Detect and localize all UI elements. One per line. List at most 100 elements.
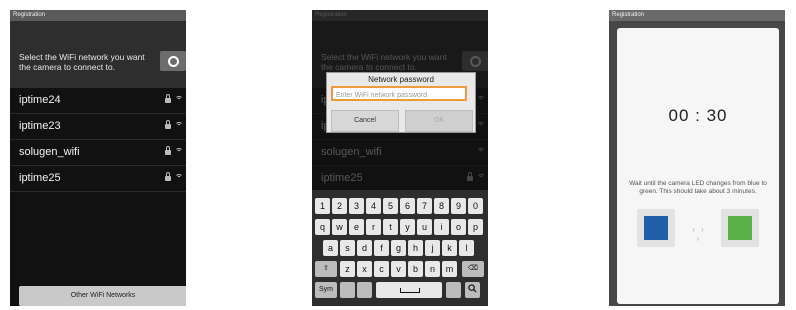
key[interactable]: f [374, 240, 389, 256]
period-key[interactable] [446, 282, 461, 298]
led-start-box [637, 209, 675, 247]
blue-led-swatch [644, 216, 668, 240]
title-bar: Registration [609, 10, 785, 21]
green-led-swatch [728, 216, 752, 240]
lock-icon [165, 120, 171, 129]
network-row[interactable]: iptime24 [10, 88, 186, 114]
cancel-button[interactable]: Cancel [331, 110, 399, 132]
network-row: solugen_wifi [312, 140, 488, 166]
dialog-title: Network password [368, 75, 434, 84]
wifi-signal-icon [477, 121, 486, 130]
network-row: iptime25 [312, 166, 488, 192]
key[interactable]: v [391, 261, 406, 277]
key[interactable]: s [340, 240, 355, 256]
key[interactable]: p [468, 219, 483, 235]
lock-icon [165, 94, 171, 103]
dialog-buttons: Cancel OK [327, 110, 475, 132]
network-name: iptime25 [321, 172, 363, 184]
key[interactable]: a [323, 240, 338, 256]
network-name: iptime25 [19, 172, 61, 184]
wifi-signal-icon [175, 173, 184, 182]
keyboard-row-qwerty: q w e r t y u i o p [312, 219, 488, 235]
network-name: solugen_wifi [321, 146, 382, 158]
key[interactable]: o [451, 219, 466, 235]
network-list: iptime24 iptime23 solugen_wifi iptime25 [10, 88, 186, 192]
key[interactable]: 9 [451, 198, 466, 214]
key[interactable]: b [408, 261, 423, 277]
key[interactable]: 8 [434, 198, 449, 214]
key[interactable]: i [434, 219, 449, 235]
password-dialog: Network password Enter WiFi network pass… [326, 72, 476, 133]
key[interactable]: t [383, 219, 398, 235]
key[interactable]: e [349, 219, 364, 235]
key[interactable]: r [366, 219, 381, 235]
key[interactable]: z [340, 261, 355, 277]
shift-key[interactable]: ⇧ [315, 261, 337, 277]
key[interactable]: m [442, 261, 457, 277]
key[interactable]: 5 [383, 198, 398, 214]
phone-screen-timer: Registration 00 : 30 Wait until the came… [609, 10, 785, 306]
key[interactable]: 7 [417, 198, 432, 214]
space-key[interactable] [376, 282, 442, 298]
network-name: solugen_wifi [19, 146, 80, 158]
keyboard-row-asdf: a s d f g h j k l [312, 240, 488, 256]
led-instruction-text: Wait until the camera LED changes from b… [629, 180, 767, 195]
key[interactable]: j [425, 240, 440, 256]
backspace-key[interactable]: ⌫ [462, 261, 484, 277]
key[interactable]: w [332, 219, 347, 235]
countdown-timer: 00 : 30 [668, 106, 728, 125]
settings-key[interactable] [340, 282, 355, 298]
other-networks-button[interactable]: Other WiFi Networks [19, 286, 186, 306]
refresh-button[interactable] [160, 51, 186, 71]
key[interactable]: x [357, 261, 372, 277]
network-row[interactable]: iptime23 [10, 114, 186, 140]
wifi-signal-icon [175, 147, 184, 156]
phone-screen-password: Registration Select the WiFi network you… [312, 10, 488, 306]
instruction-text: Select the WiFi network you want the cam… [321, 52, 447, 72]
title-bar: Registration [10, 10, 186, 21]
key[interactable]: g [391, 240, 406, 256]
key[interactable]: 0 [468, 198, 483, 214]
keyboard-row-zxcv: ⇧ z x c v b n m ⌫ [312, 261, 488, 277]
key[interactable]: 1 [315, 198, 330, 214]
timer-panel: 00 : 30 Wait until the camera LED change… [617, 28, 779, 304]
key[interactable]: d [357, 240, 372, 256]
onscreen-keyboard: 1 2 3 4 5 6 7 8 9 0 q w e r t y u i o p … [312, 190, 488, 306]
key[interactable]: u [417, 219, 432, 235]
network-name: iptime24 [19, 94, 61, 106]
key[interactable]: n [425, 261, 440, 277]
wifi-signal-icon [477, 173, 486, 182]
key[interactable]: 3 [349, 198, 364, 214]
key[interactable]: y [400, 219, 415, 235]
search-key[interactable] [465, 282, 480, 298]
search-icon [468, 284, 477, 293]
refresh-button [462, 51, 488, 71]
network-row[interactable]: solugen_wifi [10, 140, 186, 166]
dimmed-background: Registration Select the WiFi network you… [312, 10, 488, 192]
tilde-key[interactable] [357, 282, 372, 298]
ok-button[interactable]: OK [405, 110, 473, 132]
key[interactable]: 6 [400, 198, 415, 214]
keyboard-row-digits: 1 2 3 4 5 6 7 8 9 0 [312, 198, 488, 214]
progress-dots: › › › [692, 225, 706, 243]
key[interactable]: 4 [366, 198, 381, 214]
sym-key[interactable]: Sym [315, 282, 337, 298]
instruction-text: Select the WiFi network you want the cam… [19, 52, 145, 72]
wifi-signal-icon [175, 121, 184, 130]
key[interactable]: l [459, 240, 474, 256]
key[interactable]: k [442, 240, 457, 256]
key[interactable]: q [315, 219, 330, 235]
wifi-header: Select the WiFi network you want the cam… [10, 21, 186, 88]
wifi-signal-icon [477, 147, 486, 156]
title-bar: Registration [312, 10, 488, 21]
wifi-signal-icon [477, 95, 486, 104]
phone-screen-wifi-list: Registration Select the WiFi network you… [10, 10, 186, 306]
password-input[interactable]: Enter WiFi network password [331, 86, 467, 101]
network-row[interactable]: iptime25 [10, 166, 186, 192]
led-end-box [721, 209, 759, 247]
lock-icon [165, 146, 171, 155]
wifi-signal-icon [175, 95, 184, 104]
key[interactable]: c [374, 261, 389, 277]
key[interactable]: 2 [332, 198, 347, 214]
key[interactable]: h [408, 240, 423, 256]
